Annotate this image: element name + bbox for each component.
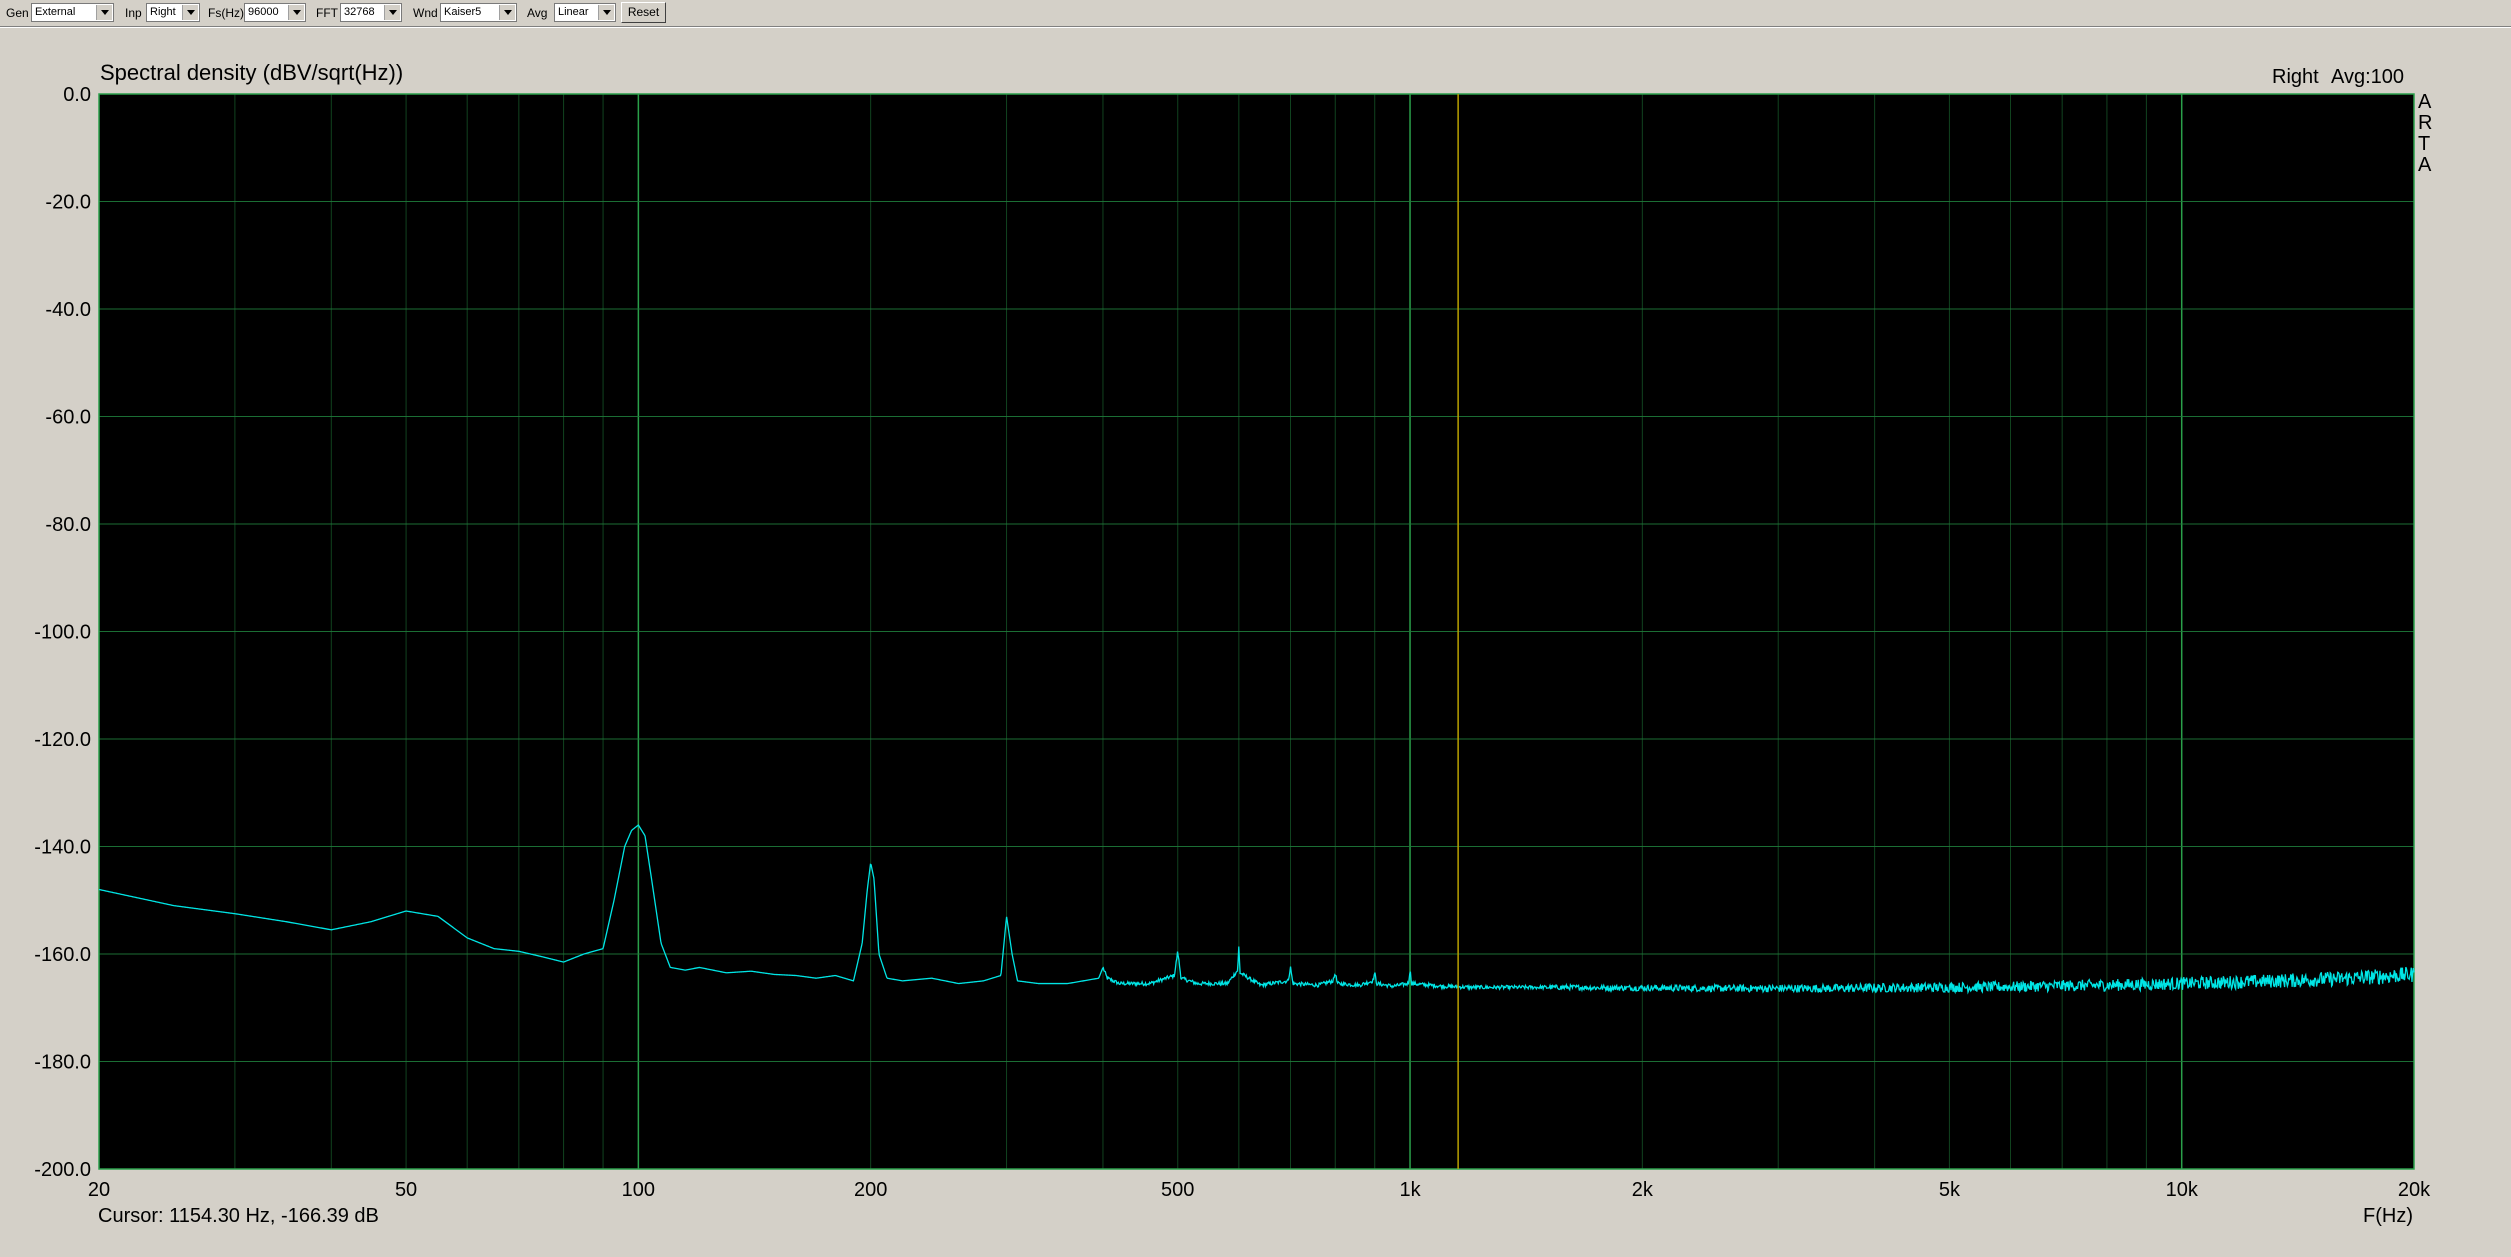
- arta-logo-letter: A: [2418, 154, 2432, 176]
- x-tick-label: 20: [88, 1179, 110, 1201]
- cursor-readout: Cursor: 1154.30 Hz, -166.39 dB: [98, 1205, 379, 1227]
- chevron-down-icon[interactable]: [96, 5, 112, 20]
- arta-logo-letter: T: [2418, 133, 2431, 155]
- spectrum-panel: 0.0 -20.0 -40.0 -60.0 -80.0 -100.0 -120.0 -140.…: [0, 27, 2511, 1257]
- inp-label: Inp: [125, 6, 142, 20]
- fs-select-value: 96000: [248, 6, 279, 18]
- x-axis-tick-labels: 20 50 100 200 500 1k 2k 5k 10k 20k: [88, 1179, 2431, 1201]
- gen-label: Gen: [6, 6, 29, 20]
- y-tick-label: -140.0: [34, 837, 91, 859]
- y-tick-label: -180.0: [34, 1052, 91, 1074]
- inp-select-value: Right: [150, 6, 176, 18]
- y-tick-label: -160.0: [34, 944, 91, 966]
- chevron-down-icon[interactable]: [499, 5, 515, 20]
- arta-logo-letter: A: [2418, 91, 2432, 113]
- y-axis-tick-labels: 0.0 -20.0 -40.0 -60.0 -80.0 -100.0 -120.0 -140.…: [34, 84, 91, 1181]
- x-axis-label: F(Hz): [2363, 1205, 2413, 1227]
- fs-select[interactable]: 96000: [244, 3, 306, 22]
- chevron-down-icon[interactable]: [384, 5, 400, 20]
- arta-logo-letter: R: [2418, 112, 2433, 134]
- chevron-down-icon[interactable]: [598, 5, 614, 20]
- y-tick-label: -120.0: [34, 729, 91, 751]
- fft-select[interactable]: 32768: [340, 3, 402, 22]
- channel-label: Right: [2272, 66, 2319, 88]
- y-tick-label: -20.0: [45, 192, 91, 214]
- chart-title: Spectral density (dBV/sqrt(Hz)): [100, 60, 403, 85]
- x-tick-label: 5k: [1939, 1179, 1961, 1201]
- wnd-label: Wnd: [413, 6, 438, 20]
- reset-button[interactable]: Reset: [621, 2, 666, 23]
- y-tick-label: -200.0: [34, 1159, 91, 1181]
- toolbar: Gen External Inp Right Fs(Hz) 96000 FFT …: [0, 0, 2511, 27]
- y-tick-label: 0.0: [63, 84, 91, 106]
- fft-label: FFT: [316, 6, 338, 20]
- avg-select[interactable]: Linear: [554, 3, 616, 22]
- avg-select-value: Linear: [558, 6, 589, 18]
- y-tick-label: -100.0: [34, 622, 91, 644]
- inp-select[interactable]: Right: [146, 3, 200, 22]
- fft-select-value: 32768: [344, 6, 375, 18]
- avg-label: Avg: [527, 6, 548, 20]
- y-tick-label: -80.0: [45, 514, 91, 536]
- y-tick-label: -60.0: [45, 407, 91, 429]
- x-tick-label: 10k: [2166, 1179, 2199, 1201]
- x-tick-label: 200: [854, 1179, 887, 1201]
- y-tick-label: -40.0: [45, 299, 91, 321]
- x-tick-label: 500: [1161, 1179, 1194, 1201]
- x-tick-label: 2k: [1632, 1179, 1654, 1201]
- x-tick-label: 1k: [1399, 1179, 1421, 1201]
- chevron-down-icon[interactable]: [288, 5, 304, 20]
- x-tick-label: 100: [622, 1179, 655, 1201]
- gen-select[interactable]: External: [31, 3, 114, 22]
- avg-info-label: Avg:100: [2331, 66, 2404, 88]
- x-tick-label: 50: [395, 1179, 417, 1201]
- gen-select-value: External: [35, 6, 76, 18]
- wnd-select-value: Kaiser5: [444, 6, 482, 18]
- wnd-select[interactable]: Kaiser5: [440, 3, 517, 22]
- x-tick-label: 20k: [2398, 1179, 2431, 1201]
- spectrum-chart[interactable]: 0.0 -20.0 -40.0 -60.0 -80.0 -100.0 -120.0 -140.…: [0, 28, 2511, 1257]
- fs-label: Fs(Hz): [208, 6, 244, 20]
- chevron-down-icon[interactable]: [182, 5, 198, 20]
